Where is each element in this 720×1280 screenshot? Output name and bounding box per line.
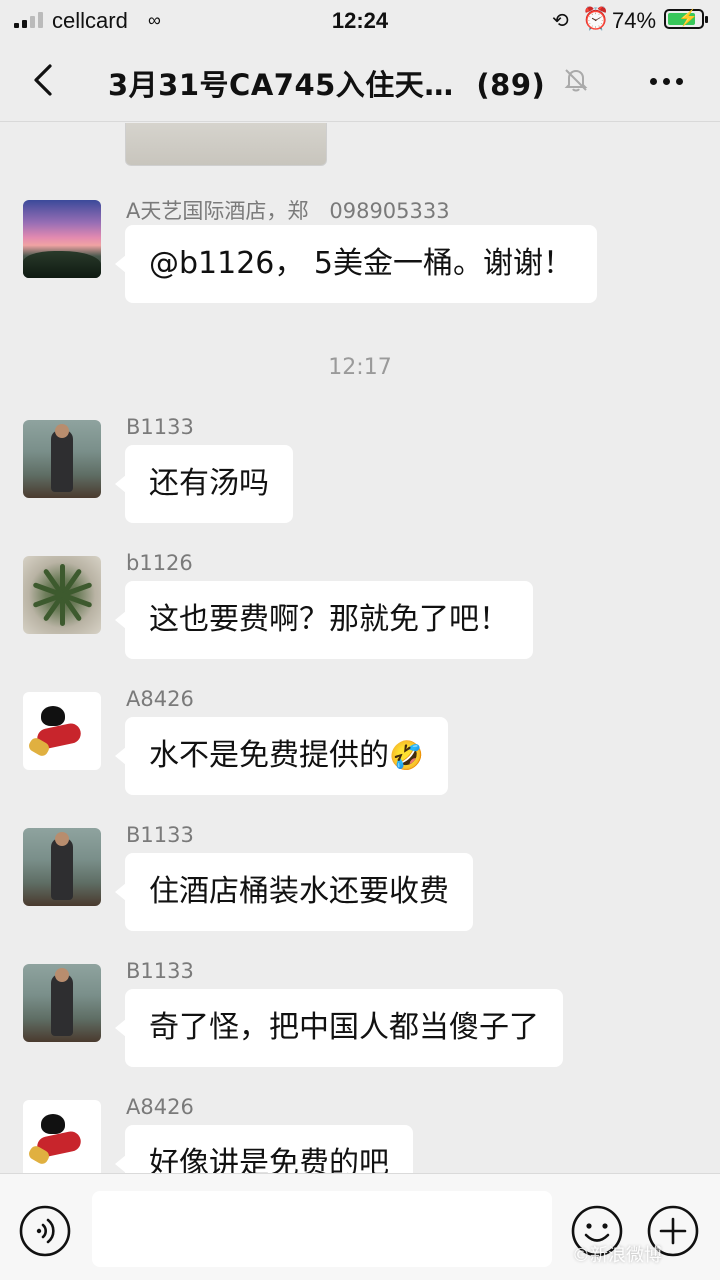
sender-name: b1126 xyxy=(126,551,193,575)
avatar-head xyxy=(55,424,69,438)
chat-title-wrap[interactable]: 3月31号CA745入住天… (89) xyxy=(108,62,545,104)
charging-bolt-icon: ⚡ xyxy=(678,10,698,27)
status-bar: cellcard ∞ 12:24 ⟲ ⏰ 74% ⚡ xyxy=(0,0,720,40)
more-dot xyxy=(662,77,670,85)
chat-title: 3月31号CA745入住天… xyxy=(108,68,454,102)
back-button[interactable] xyxy=(24,60,64,100)
more-dot xyxy=(675,77,683,85)
member-count: (89) xyxy=(476,68,546,102)
battery-percent: 74% xyxy=(612,8,657,33)
rofl-emoji-icon: 🤣 xyxy=(389,739,424,772)
back-chevron-icon xyxy=(34,64,52,96)
alarm-icon: ⏰ xyxy=(582,6,610,31)
message-input[interactable] xyxy=(92,1191,552,1267)
message-list[interactable]: A天艺国际酒店，郑 098905333 @b1126， 5美金一桶。谢谢！ 12… xyxy=(0,123,720,1173)
message-text: 水不是免费提供的 xyxy=(149,738,389,773)
plant-avatar[interactable] xyxy=(23,556,101,634)
orientation-lock-icon: ⟲ xyxy=(552,10,569,32)
input-bar: ©新浪微博 xyxy=(0,1173,720,1280)
sender-name: A天艺国际酒店，郑 098905333 xyxy=(126,199,450,223)
watermark: ©新浪微博 xyxy=(572,1245,662,1266)
image-message-preview[interactable] xyxy=(125,123,327,166)
chat-header: 3月31号CA745入住天… (89) xyxy=(0,40,720,122)
avatar-hair xyxy=(41,1114,65,1134)
muted-bell-icon xyxy=(564,69,588,92)
man-car-avatar[interactable] xyxy=(23,420,101,498)
cartoon-avatar[interactable] xyxy=(23,1100,101,1173)
battery-charging-icon: ⚡ xyxy=(664,9,708,29)
time-separator: 12:17 xyxy=(328,355,392,380)
message-bubble[interactable]: 住酒店桶装水还要收费 xyxy=(115,853,473,931)
sender-name: B1133 xyxy=(126,959,194,983)
more-dots-icon xyxy=(649,77,657,85)
avatar-head xyxy=(55,968,69,982)
message-bubble[interactable]: @b1126， 5美金一桶。谢谢！ xyxy=(114,225,598,303)
avatar-hair xyxy=(41,706,65,726)
cartoon-avatar[interactable] xyxy=(23,692,101,770)
sender-name: B1133 xyxy=(126,415,194,439)
sunset-avatar[interactable] xyxy=(23,200,101,278)
man-car-avatar[interactable] xyxy=(23,964,101,1042)
sender-name: A8426 xyxy=(126,1095,194,1119)
message-bubble[interactable]: 奇了怪，把中国人都当傻子了 xyxy=(115,989,563,1067)
more-button[interactable] xyxy=(644,66,688,96)
avatar-figure xyxy=(51,838,73,900)
message-bubble[interactable]: 好像讲是免费的吧 xyxy=(115,1125,413,1173)
avatar-head xyxy=(55,832,69,846)
voice-button[interactable] xyxy=(18,1204,72,1258)
sender-name: A8426 xyxy=(126,687,194,711)
message-bubble[interactable]: 这也要费啊？那就免了吧！ xyxy=(115,581,533,659)
message-bubble[interactable]: 还有汤吗 xyxy=(115,445,293,523)
tree-silhouette xyxy=(23,250,101,278)
man-car-avatar[interactable] xyxy=(23,828,101,906)
avatar-figure xyxy=(51,974,73,1036)
voice-icon xyxy=(19,1205,71,1257)
sender-name: B1133 xyxy=(126,823,194,847)
message-bubble[interactable]: 水不是免费提供的🤣 xyxy=(115,717,448,795)
avatar-figure xyxy=(51,430,73,492)
